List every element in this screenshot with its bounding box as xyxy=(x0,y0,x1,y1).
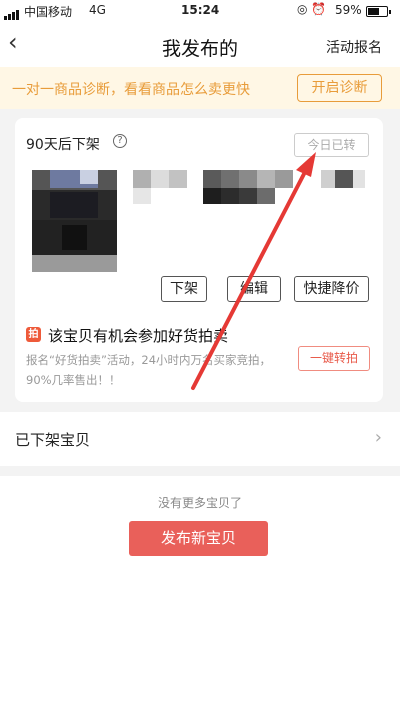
blurred-title-block xyxy=(203,170,221,188)
edit-button[interactable]: 编辑 xyxy=(227,276,281,302)
today-transferred-button[interactable]: 今日已转 xyxy=(294,133,369,157)
blurred-title-block xyxy=(169,170,187,188)
blurred-title-block xyxy=(133,170,151,188)
blurred-title-block xyxy=(151,170,169,188)
banner-text: 一对一商品诊断，看看商品怎么卖更快 xyxy=(12,82,250,98)
carrier-name: 中国移动 xyxy=(24,5,73,19)
blurred-title-block xyxy=(321,170,335,188)
alarm-icon: ⏰ xyxy=(311,2,327,16)
blurred-title-block xyxy=(275,170,293,188)
footer-area: 没有更多宝贝了 发布新宝贝 xyxy=(0,476,400,711)
status-bar: 中国移动 4G 15:24 ◎ ⏰ 59% xyxy=(0,0,400,22)
status-icons: ◎ ⏰ xyxy=(297,2,326,16)
blurred-title-block xyxy=(257,188,275,204)
blurred-title-block xyxy=(133,188,151,204)
delisted-items-row[interactable]: 已下架宝贝 › xyxy=(0,412,400,466)
diagnosis-banner: 一对一商品诊断，看看商品怎么卖更快 开启诊断 xyxy=(0,67,400,109)
delist-button[interactable]: 下架 xyxy=(161,276,207,302)
battery-percent: 59% xyxy=(335,3,362,17)
no-more-items-text: 没有更多宝贝了 xyxy=(157,496,242,510)
start-diagnosis-button[interactable]: 开启诊断 xyxy=(297,74,382,102)
delisted-items-label: 已下架宝贝 xyxy=(15,431,91,449)
blurred-title-block xyxy=(239,170,257,188)
blurred-title-block xyxy=(239,188,257,204)
blurred-title-block xyxy=(221,170,239,188)
battery-fill xyxy=(368,8,379,15)
blurred-title-block xyxy=(353,170,365,188)
battery-icon xyxy=(366,6,391,17)
promo-description: 报名“好货拍卖”活动，24小时内万名买家竞拍，90%几率售出！！ xyxy=(26,353,272,387)
blurred-title-block xyxy=(203,188,221,204)
activity-signup-link[interactable]: 活动报名 xyxy=(326,37,382,57)
blurred-title-block xyxy=(221,188,239,204)
product-thumbnail[interactable] xyxy=(32,170,117,272)
blurred-title-block xyxy=(257,170,275,188)
nav-bar: ‹ 我发布的 活动报名 xyxy=(0,22,400,67)
promo-title: 该宝贝有机会参加好货拍卖 xyxy=(48,327,229,345)
delist-note: 90天后下架 xyxy=(26,137,100,153)
rotation-lock-icon: ◎ xyxy=(297,2,308,16)
chevron-right-icon: › xyxy=(374,427,382,448)
blurred-title-block xyxy=(335,170,353,188)
publish-new-item-button[interactable]: 发布新宝贝 xyxy=(129,521,268,556)
clock: 15:24 xyxy=(181,3,220,17)
item-card: 90天后下架 ? 今日已转 下架 编辑 快捷降价 拍 该宝贝有机会参加好货拍卖 … xyxy=(15,118,383,402)
signal-icon xyxy=(4,6,20,20)
quick-price-cut-button[interactable]: 快捷降价 xyxy=(294,276,369,302)
one-click-auction-button[interactable]: 一键转拍 xyxy=(298,346,370,371)
help-icon[interactable]: ? xyxy=(113,134,127,148)
auction-icon: 拍 xyxy=(26,327,41,342)
network-type: 4G xyxy=(89,3,106,17)
